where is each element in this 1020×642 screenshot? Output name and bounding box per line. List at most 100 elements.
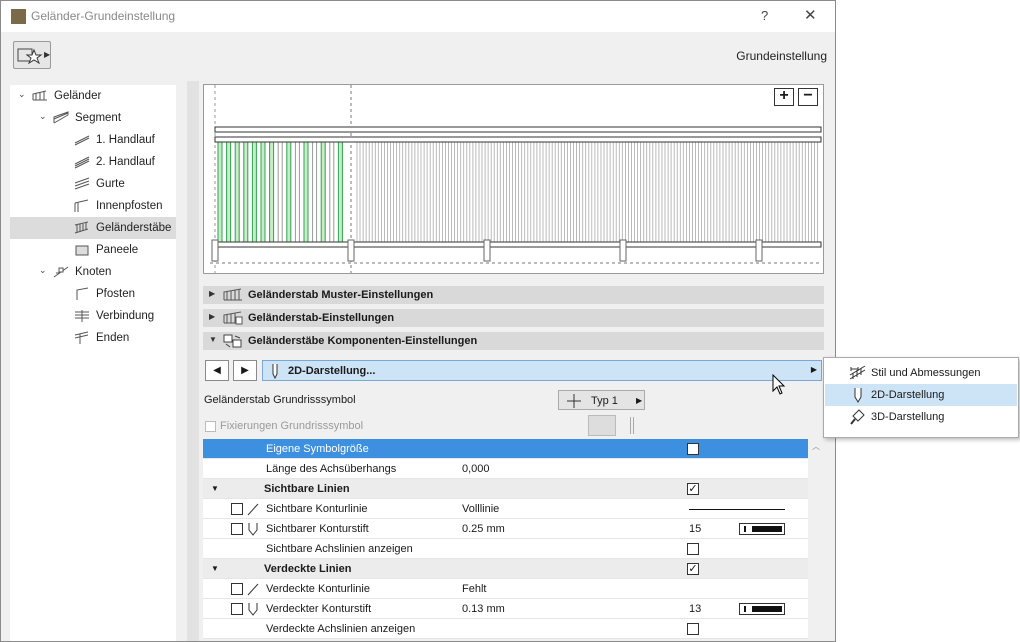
- handrail-2: [214, 136, 822, 143]
- close-button[interactable]: ✕: [804, 6, 817, 24]
- prev-component-button[interactable]: ◀: [205, 360, 229, 381]
- row-label: Verdeckte Konturlinie: [266, 583, 370, 595]
- railing-settings-dialog: Geländer-Grundeinstellung ? ✕ ▶ Grundein…: [0, 0, 836, 642]
- row-checkbox[interactable]: [231, 523, 243, 535]
- tree-expander-icon[interactable]: ⌄: [18, 89, 26, 100]
- row-label: Eigene Symbolgröße: [266, 443, 369, 455]
- baluster-bar: [649, 136, 654, 244]
- mouse-cursor-icon: [772, 374, 786, 395]
- baluster-bar: [624, 136, 629, 244]
- panel-icon: [75, 245, 89, 256]
- tree-item[interactable]: Enden: [10, 327, 176, 349]
- tree-item[interactable]: 2. Handlauf: [10, 151, 176, 173]
- baluster-bar: [234, 136, 240, 244]
- baluster-bar: [539, 136, 544, 244]
- grid-row[interactable]: Sichtbare Konturlinie Volllinie: [203, 499, 808, 519]
- baluster-bar: [368, 136, 373, 244]
- tree-item[interactable]: Verbindung: [10, 305, 176, 327]
- component-page-select[interactable]: 2D-Darstellung... ▶: [262, 360, 822, 381]
- baluster-bar: [454, 136, 459, 244]
- tree-item[interactable]: Geländerstäbe: [10, 217, 176, 239]
- grid-scrollbar[interactable]: ︿: [809, 439, 823, 641]
- row-value[interactable]: Volllinie: [462, 503, 499, 515]
- row-checkbox[interactable]: [231, 583, 243, 595]
- segment-icon: [53, 111, 69, 124]
- tree-expander-icon[interactable]: ⌄: [39, 265, 47, 276]
- symbol-type-value: Typ 1: [591, 395, 618, 407]
- next-component-button[interactable]: ▶: [233, 360, 257, 381]
- grid-row[interactable]: Verdeckte Konturlinie Fehlt: [203, 579, 808, 599]
- zoom-in-button[interactable]: +: [774, 88, 794, 106]
- section-baluster-settings[interactable]: ▶ Geländerstab-Einstellungen: [203, 309, 824, 327]
- bottom-rail: [214, 241, 822, 248]
- grid-row[interactable]: Eigene Symbolgröße: [203, 439, 808, 459]
- favorites-button[interactable]: ▶: [13, 41, 51, 69]
- grid-row[interactable]: Verdeckte Achslinien anzeigen: [203, 619, 808, 639]
- baluster-bar: [600, 136, 605, 244]
- row-label: Länge des Achsüberhangs: [266, 463, 397, 475]
- grid-group-row[interactable]: ▼ Sichtbare Linien ✓: [203, 479, 808, 499]
- baluster-bar: [496, 136, 501, 244]
- row-toggle-checkbox[interactable]: ✓: [687, 483, 699, 495]
- grid-row[interactable]: Länge des Achsüberhangs 0,000: [203, 459, 808, 479]
- popup-menu-item[interactable]: 3D-Darstellung: [825, 406, 1017, 428]
- section-component-settings[interactable]: ▼ Geländerstäbe Komponenten-Einstellunge…: [203, 332, 824, 350]
- row-value[interactable]: Fehlt: [462, 583, 486, 595]
- baluster-bar: [789, 136, 794, 244]
- group-expander-icon[interactable]: ▼: [211, 564, 219, 573]
- railing-preview[interactable]: + −: [203, 84, 824, 274]
- tree-item[interactable]: Innenpfosten: [10, 195, 176, 217]
- pen-number[interactable]: 15: [689, 523, 701, 535]
- scroll-up-icon[interactable]: ︿: [812, 441, 820, 452]
- baluster-bar: [533, 136, 538, 244]
- grid-row[interactable]: Verdeckter Konturstift 0.13 mm 13: [203, 599, 808, 619]
- zoom-out-button[interactable]: −: [798, 88, 818, 106]
- section-pattern-settings[interactable]: ▶ Geländerstab Muster-Einstellungen: [203, 286, 824, 304]
- tree-item[interactable]: ⌄ Knoten: [10, 261, 176, 283]
- baluster-bar: [582, 136, 587, 244]
- tree-item[interactable]: ⌄ Geländer: [10, 85, 176, 107]
- row-toggle-checkbox[interactable]: [687, 623, 699, 635]
- symbol-type-select[interactable]: Typ 1 ▶: [558, 390, 645, 410]
- tree-expander-icon[interactable]: ⌄: [39, 111, 47, 122]
- post-icon: [76, 287, 89, 300]
- tree-item[interactable]: Pfosten: [10, 283, 176, 305]
- row-value[interactable]: 0.13 mm: [462, 603, 505, 615]
- grid-row[interactable]: Sichtbare Achslinien anzeigen: [203, 539, 808, 559]
- row-toggle-checkbox[interactable]: ✓: [687, 563, 699, 575]
- help-button[interactable]: ?: [761, 8, 768, 23]
- tree-item-label: 1. Handlauf: [96, 134, 155, 146]
- row-checkbox[interactable]: [231, 603, 243, 615]
- tree-item[interactable]: Gurte: [10, 173, 176, 195]
- fixings-symbol-control[interactable]: [588, 415, 616, 436]
- popup-menu-item[interactable]: Stil und Abmessungen: [825, 362, 1017, 384]
- tree-item[interactable]: Paneele: [10, 239, 176, 261]
- baluster-bar: [576, 136, 581, 244]
- pen-number[interactable]: 13: [689, 603, 701, 615]
- row-toggle-checkbox[interactable]: [687, 543, 699, 555]
- section-label: Geländerstab-Einstellungen: [248, 312, 395, 324]
- popup-menu-item[interactable]: 2D-Darstellung: [825, 384, 1017, 406]
- tree-item[interactable]: 1. Handlauf: [10, 129, 176, 151]
- baluster-bar: [329, 136, 335, 244]
- railing-preview-canvas: [210, 85, 822, 273]
- tree-item-label: Segment: [75, 112, 122, 124]
- group-expander-icon[interactable]: ▼: [211, 484, 219, 493]
- row-checkbox[interactable]: [231, 503, 243, 515]
- row-value[interactable]: 0,000: [462, 463, 490, 475]
- tree-item[interactable]: ⌄ Segment: [10, 107, 176, 129]
- row-toggle-checkbox[interactable]: [687, 443, 699, 455]
- style-dimensions-icon: [849, 365, 866, 380]
- row-value[interactable]: 0.25 mm: [462, 523, 505, 535]
- baluster-bar: [710, 136, 715, 244]
- baluster-bar: [472, 136, 477, 244]
- line-type-sample: [689, 509, 785, 510]
- baluster-bar: [673, 136, 678, 244]
- symbol-type-arrow-icon: ▶: [636, 396, 643, 405]
- grid-group-row[interactable]: ▼ Verdeckte Linien ✓: [203, 559, 808, 579]
- tree-splitter[interactable]: [187, 81, 199, 641]
- grid-row[interactable]: Sichtbarer Konturstift 0.25 mm 15: [203, 519, 808, 539]
- tree-item-label: Verbindung: [96, 310, 155, 322]
- 3d-brush-icon: [850, 409, 865, 425]
- fixings-checkbox[interactable]: [205, 421, 216, 432]
